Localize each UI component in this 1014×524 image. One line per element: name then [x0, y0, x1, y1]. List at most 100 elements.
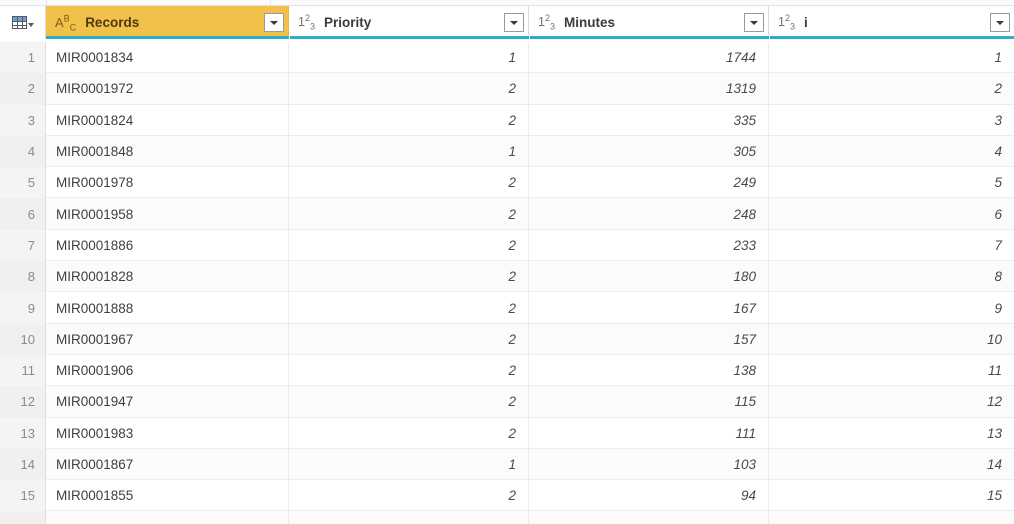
cell-minutes[interactable]: 115: [529, 386, 769, 418]
cell-records[interactable]: MIR0001855: [46, 480, 289, 512]
cell-minutes[interactable]: 138: [529, 354, 769, 387]
row-number-cell[interactable]: 5: [0, 167, 46, 199]
table-row[interactable]: [0, 511, 1014, 524]
table-row[interactable]: 1 MIR0001834 1 1744 1: [0, 42, 1014, 74]
cell-records[interactable]: [46, 511, 289, 524]
cell-priority[interactable]: 2: [289, 104, 529, 136]
table-row[interactable]: 15 MIR0001855 2 94 15: [0, 480, 1014, 512]
cell-priority[interactable]: [289, 511, 529, 524]
cell-i[interactable]: 1: [769, 42, 1014, 73]
cell-i[interactable]: 4: [769, 136, 1014, 167]
filter-dropdown-i[interactable]: [990, 13, 1010, 32]
cell-priority[interactable]: 2: [289, 261, 529, 293]
cell-i[interactable]: 8: [769, 261, 1014, 292]
cell-minutes[interactable]: 167: [529, 292, 769, 324]
cell-i[interactable]: [769, 511, 1014, 524]
table-row[interactable]: 7 MIR0001886 2 233 7: [0, 229, 1014, 262]
table-row[interactable]: 13 MIR0001983 2 111 13: [0, 417, 1014, 449]
cell-i[interactable]: 15: [769, 480, 1014, 511]
cell-i[interactable]: 11: [769, 355, 1014, 386]
cell-minutes[interactable]: 1319: [529, 73, 769, 105]
cell-minutes[interactable]: 335: [529, 104, 769, 136]
cell-minutes[interactable]: 111: [529, 417, 769, 449]
table-row[interactable]: 10 MIR0001967 2 157 10: [0, 323, 1014, 355]
row-number-cell[interactable]: 3: [0, 104, 46, 136]
cell-minutes[interactable]: [529, 511, 769, 524]
cell-priority[interactable]: 2: [289, 292, 529, 324]
cell-i[interactable]: 13: [769, 418, 1014, 449]
cell-minutes[interactable]: 249: [529, 167, 769, 199]
grid-body[interactable]: 1 MIR0001834 1 1744 1 2 MIR0001972 2 1319 2 3 MIR00…: [0, 42, 1014, 524]
table-row[interactable]: 5 MIR0001978 2 249 5: [0, 167, 1014, 199]
cell-records[interactable]: MIR0001886: [46, 229, 289, 262]
cell-priority[interactable]: 2: [289, 323, 529, 355]
row-number-cell[interactable]: 7: [0, 229, 46, 262]
table-row[interactable]: 2 MIR0001972 2 1319 2: [0, 73, 1014, 105]
cell-i[interactable]: 7: [769, 230, 1014, 261]
table-row[interactable]: 8 MIR0001828 2 180 8: [0, 261, 1014, 293]
table-row[interactable]: 6 MIR0001958 2 248 6: [0, 198, 1014, 230]
cell-priority[interactable]: 2: [289, 229, 529, 262]
cell-records[interactable]: MIR0001848: [46, 135, 289, 168]
cell-minutes[interactable]: 305: [529, 135, 769, 168]
cell-priority[interactable]: 2: [289, 417, 529, 449]
cell-priority[interactable]: 2: [289, 73, 529, 105]
cell-i[interactable]: 12: [769, 386, 1014, 417]
row-number-cell[interactable]: 8: [0, 261, 46, 293]
cell-minutes[interactable]: 180: [529, 261, 769, 293]
cell-priority[interactable]: 1: [289, 448, 529, 481]
column-header-records[interactable]: ABC Records: [46, 6, 289, 39]
table-row[interactable]: 11 MIR0001906 2 138 11: [0, 354, 1014, 387]
cell-i[interactable]: 6: [769, 198, 1014, 229]
row-number-cell[interactable]: 14: [0, 448, 46, 481]
cell-i[interactable]: 3: [769, 105, 1014, 136]
row-number-cell[interactable]: 11: [0, 354, 46, 387]
column-header-i[interactable]: 123 i: [769, 6, 1014, 39]
cell-i[interactable]: 2: [769, 73, 1014, 104]
cell-records[interactable]: MIR0001958: [46, 198, 289, 230]
cell-records[interactable]: MIR0001972: [46, 73, 289, 105]
cell-minutes[interactable]: 157: [529, 323, 769, 355]
row-number-cell[interactable]: 2: [0, 73, 46, 105]
cell-priority[interactable]: 2: [289, 167, 529, 199]
cell-minutes[interactable]: 94: [529, 480, 769, 512]
column-header-priority[interactable]: 123 Priority: [289, 6, 529, 39]
row-number-cell[interactable]: 13: [0, 417, 46, 449]
cell-records[interactable]: MIR0001824: [46, 104, 289, 136]
table-row[interactable]: 14 MIR0001867 1 103 14: [0, 448, 1014, 481]
table-row[interactable]: 3 MIR0001824 2 335 3: [0, 104, 1014, 136]
row-number-cell[interactable]: 4: [0, 135, 46, 168]
cell-records[interactable]: MIR0001978: [46, 167, 289, 199]
grid-corner-button[interactable]: [0, 6, 46, 39]
cell-priority[interactable]: 2: [289, 386, 529, 418]
cell-records[interactable]: MIR0001906: [46, 354, 289, 387]
cell-records[interactable]: MIR0001867: [46, 448, 289, 481]
cell-records[interactable]: MIR0001888: [46, 292, 289, 324]
cell-i[interactable]: 9: [769, 292, 1014, 323]
cell-priority[interactable]: 2: [289, 480, 529, 512]
cell-i[interactable]: 5: [769, 167, 1014, 198]
row-number-cell[interactable]: [0, 511, 46, 524]
cell-minutes[interactable]: 103: [529, 448, 769, 481]
row-number-cell[interactable]: 10: [0, 323, 46, 355]
row-number-cell[interactable]: 9: [0, 292, 46, 324]
filter-dropdown-priority[interactable]: [504, 13, 524, 32]
filter-dropdown-records[interactable]: [264, 13, 284, 32]
cell-priority[interactable]: 1: [289, 42, 529, 74]
cell-minutes[interactable]: 233: [529, 229, 769, 262]
row-number-cell[interactable]: 6: [0, 198, 46, 230]
column-header-minutes[interactable]: 123 Minutes: [529, 6, 769, 39]
cell-i[interactable]: 14: [769, 449, 1014, 480]
cell-records[interactable]: MIR0001967: [46, 323, 289, 355]
cell-i[interactable]: 10: [769, 324, 1014, 355]
cell-records[interactable]: MIR0001828: [46, 261, 289, 293]
cell-minutes[interactable]: 1744: [529, 42, 769, 74]
row-number-cell[interactable]: 1: [0, 42, 46, 74]
row-number-cell[interactable]: 15: [0, 480, 46, 512]
row-number-cell[interactable]: 12: [0, 386, 46, 418]
cell-priority[interactable]: 1: [289, 135, 529, 168]
table-row[interactable]: 9 MIR0001888 2 167 9: [0, 292, 1014, 324]
cell-priority[interactable]: 2: [289, 198, 529, 230]
cell-records[interactable]: MIR0001947: [46, 386, 289, 418]
cell-minutes[interactable]: 248: [529, 198, 769, 230]
